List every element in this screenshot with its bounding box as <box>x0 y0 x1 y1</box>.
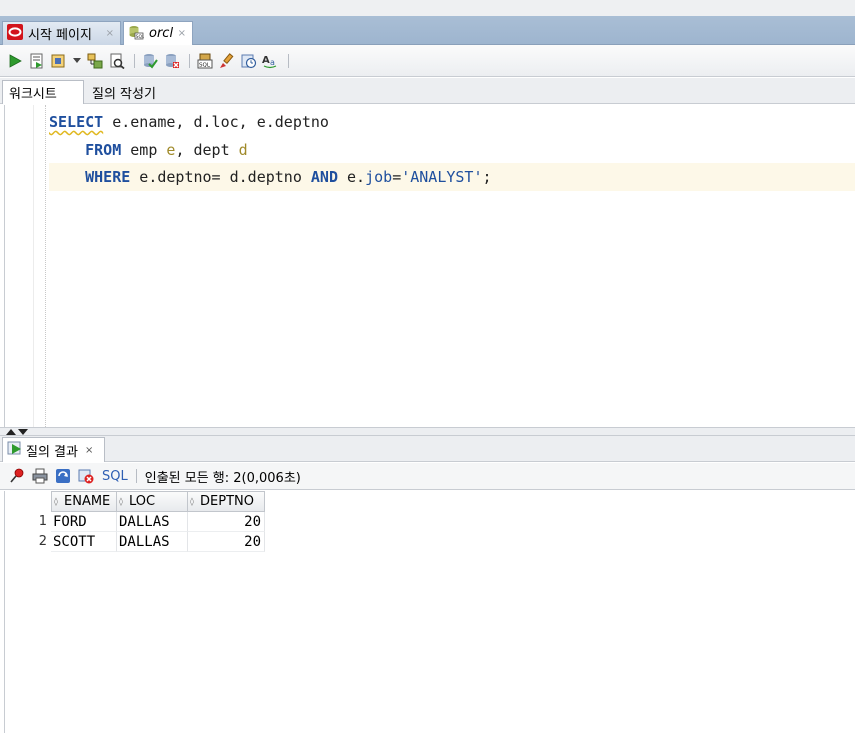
svg-text:a: a <box>270 58 275 67</box>
cell-deptno[interactable]: 20 <box>188 532 265 552</box>
grid-header: ◊ ENAME ◊ LOC ◊ DEPTNO <box>51 491 265 512</box>
cancel-query-icon[interactable] <box>77 467 95 485</box>
explain-plan-icon[interactable] <box>86 52 104 70</box>
query-result-icon <box>7 440 23 460</box>
result-tab-bar: 질의 결과 × <box>0 436 855 462</box>
sql-editor[interactable]: SELECT e.ename, d.loc, e.deptno FROM emp… <box>4 105 855 427</box>
cell-ename[interactable]: SCOTT <box>51 532 117 552</box>
code-token: e <box>166 141 176 159</box>
cell-deptno[interactable]: 20 <box>188 512 265 532</box>
tab-query-result[interactable]: 질의 결과 × <box>2 437 105 462</box>
oracle-logo-icon <box>7 23 23 44</box>
table-row[interactable]: 2 SCOTT DALLAS 20 <box>5 532 265 552</box>
toolbar-separator <box>134 53 135 68</box>
column-header-label: LOC <box>129 494 156 509</box>
commit-icon[interactable] <box>141 52 159 70</box>
run-script-icon[interactable] <box>28 52 46 70</box>
sort-icon: ◊ <box>54 496 58 506</box>
sort-icon: ◊ <box>190 496 194 506</box>
svg-text:SQL: SQL <box>199 62 211 68</box>
fetch-status-text: 인출된 모든 행: 2(0,006초) <box>144 470 301 486</box>
worksheet-subtab-bar: 워크시트 질의 작성기 <box>0 78 855 104</box>
tab-query-result-close-icon[interactable]: × <box>85 445 93 456</box>
sort-icon: ◊ <box>119 496 123 506</box>
format-case-icon[interactable]: Aa <box>262 52 280 70</box>
column-header-label: ENAME <box>64 494 111 509</box>
toolbar-separator <box>189 53 190 68</box>
rollback-icon[interactable] <box>163 52 181 70</box>
sql-tuning-icon[interactable] <box>108 52 126 70</box>
code-token: d <box>238 141 248 159</box>
worksheet-toolbar: SQL Aa <box>0 45 855 77</box>
code-token: e.deptno= d.deptno <box>130 168 311 186</box>
column-header-loc[interactable]: ◊ LOC <box>117 491 188 512</box>
document-tab-bar: 시작 페이지 × SQL orcl × <box>0 16 855 45</box>
code-token: emp <box>121 141 167 159</box>
clear-icon[interactable] <box>218 52 236 70</box>
sql-connection-icon: SQL <box>128 24 145 44</box>
editor-gutter <box>33 105 34 427</box>
tab-start-page-close-icon[interactable]: × <box>106 28 114 39</box>
tab-query-result-label: 질의 결과 <box>26 444 78 460</box>
result-toolbar: SQL 인출된 모든 행: 2(0,006초) <box>0 463 855 490</box>
window-top-strip <box>0 0 855 16</box>
cell-ename[interactable]: FORD <box>51 512 117 532</box>
code-token: WHERE <box>85 168 131 186</box>
run-statement-icon[interactable] <box>6 52 24 70</box>
print-icon[interactable] <box>31 467 49 485</box>
pin-icon[interactable] <box>8 467 26 485</box>
column-header-deptno[interactable]: ◊ DEPTNO <box>188 491 265 512</box>
result-toolbar-separator <box>135 469 137 483</box>
cell-loc[interactable]: DALLAS <box>117 512 188 532</box>
code-token: ; <box>482 168 492 186</box>
tab-orcl-label: orcl <box>149 26 174 41</box>
tab-orcl-close-icon[interactable]: × <box>178 28 186 39</box>
cell-loc[interactable]: DALLAS <box>117 532 188 552</box>
autotrace-icon[interactable] <box>50 52 68 70</box>
sql-link[interactable]: SQL <box>102 469 128 484</box>
result-grid[interactable]: ◊ ENAME ◊ LOC ◊ DEPTNO 1 FORD DALLAS 20 2 S… <box>4 491 855 733</box>
code-token: FROM <box>85 141 122 159</box>
code-token: 'ANALYST' <box>401 168 483 186</box>
code-token: e. <box>338 168 366 186</box>
tab-start-page[interactable]: 시작 페이지 × <box>2 21 121 45</box>
code-token: e.ename, d.loc, e.deptno <box>103 113 329 131</box>
code-line[interactable]: FROM emp e, dept d <box>49 136 855 164</box>
table-row[interactable]: 1 FORD DALLAS 20 <box>5 512 265 532</box>
unshared-sql-icon[interactable]: SQL <box>196 52 214 70</box>
column-header-label: DEPTNO <box>200 494 254 509</box>
code-line[interactable]: SELECT e.ename, d.loc, e.deptno <box>49 108 855 136</box>
tab-orcl[interactable]: SQL orcl × <box>123 21 193 45</box>
tab-query-builder[interactable]: 질의 작성기 <box>86 80 162 104</box>
row-number: 2 <box>38 534 47 549</box>
refresh-icon[interactable] <box>54 467 72 485</box>
pane-splitter[interactable] <box>0 427 855 436</box>
row-number: 1 <box>38 514 47 529</box>
dropdown-caret-icon[interactable] <box>72 57 82 64</box>
svg-text:A: A <box>262 55 270 66</box>
code-token: job <box>365 168 393 186</box>
code-token: AND <box>310 168 338 186</box>
column-header-ename[interactable]: ◊ ENAME <box>51 491 117 512</box>
code-token: , dept <box>175 141 239 159</box>
tab-worksheet[interactable]: 워크시트 <box>2 80 84 104</box>
code-token: = <box>392 168 402 186</box>
sql-history-icon[interactable] <box>240 52 258 70</box>
code-line[interactable]: WHERE e.deptno= d.deptno AND e. job = 'ANAL… <box>49 163 855 191</box>
editor-margin-line <box>45 105 46 427</box>
code-token: SELECT <box>49 113 104 131</box>
toolbar-separator <box>288 53 289 68</box>
svg-text:SQL: SQL <box>136 34 144 40</box>
tab-start-page-label: 시작 페이지 <box>28 28 92 43</box>
sql-developer-window: 시작 페이지 × SQL orcl × SQL A a 워크시트 질의 작성기 … <box>0 0 855 733</box>
